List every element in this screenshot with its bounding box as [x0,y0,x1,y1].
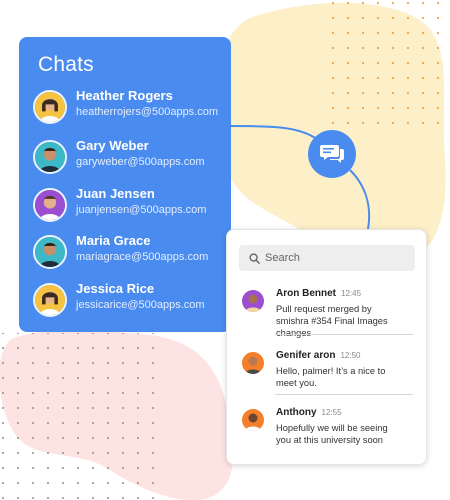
divider [275,334,413,335]
contact-item[interactable]: Juan Jensen juanjensen@500apps.com [33,186,228,224]
message-sender: Anthony 12:55 [276,407,342,418]
contact-item[interactable]: Gary Weber garyweber@500apps.com [33,138,228,176]
chat-hub-button[interactable] [308,130,356,178]
message-sender: Aron Bennet 12:45 [276,288,362,299]
message-time: 12:45 [341,289,362,298]
message-time: 12:50 [340,351,361,360]
dot-grid-bottom-left [0,333,160,500]
avatar-man-icon [33,140,67,174]
message-sender: Genifer aron 12:50 [276,350,361,361]
contact-item[interactable]: Heather Rogers heatherrojers@500apps.com [33,88,228,126]
search-input[interactable] [265,252,405,264]
avatar-woman-icon [33,283,67,317]
search-icon [249,252,260,264]
message-text: Hello, palmer! It’s a nice to meet you. [276,366,386,388]
avatar-man-icon [33,235,67,269]
avatar-man-icon [242,409,264,431]
message-text: Hopefully we will be seeing you at this … [276,423,388,445]
avatar-man-icon [242,290,264,312]
dot-grid-top-right [324,0,450,125]
chats-title: Chats [38,53,94,76]
chats-panel: Chats Heather Rogers heatherrojers@500ap… [19,37,231,332]
chat-bubbles-icon [320,145,344,163]
contact-email: jessicarice@500apps.com [76,299,205,311]
contact-email: heatherrojers@500apps.com [76,106,219,118]
avatar-woman-icon [33,90,67,124]
contact-email: garyweber@500apps.com [76,156,205,168]
contact-item[interactable]: Maria Grace mariagrace@500apps.com [33,233,228,271]
avatar-man-icon [242,352,264,374]
contact-item[interactable]: Jessica Rice jessicarice@500apps.com [33,281,228,319]
contact-email: mariagrace@500apps.com [76,251,209,263]
messages-card: Aron Bennet12:45 Pull request merged by … [226,229,427,465]
divider [275,394,413,395]
message-time: 12:55 [321,408,342,417]
contact-name: Jessica Rice [76,281,155,296]
contact-name: Maria Grace [76,233,151,248]
contact-email: juanjensen@500apps.com [76,204,207,216]
search-box[interactable] [239,245,415,271]
contact-name: Heather Rogers [76,88,173,103]
avatar-man-icon [33,188,67,222]
contact-name: Juan Jensen [76,186,155,201]
contact-name: Gary Weber [76,138,149,153]
